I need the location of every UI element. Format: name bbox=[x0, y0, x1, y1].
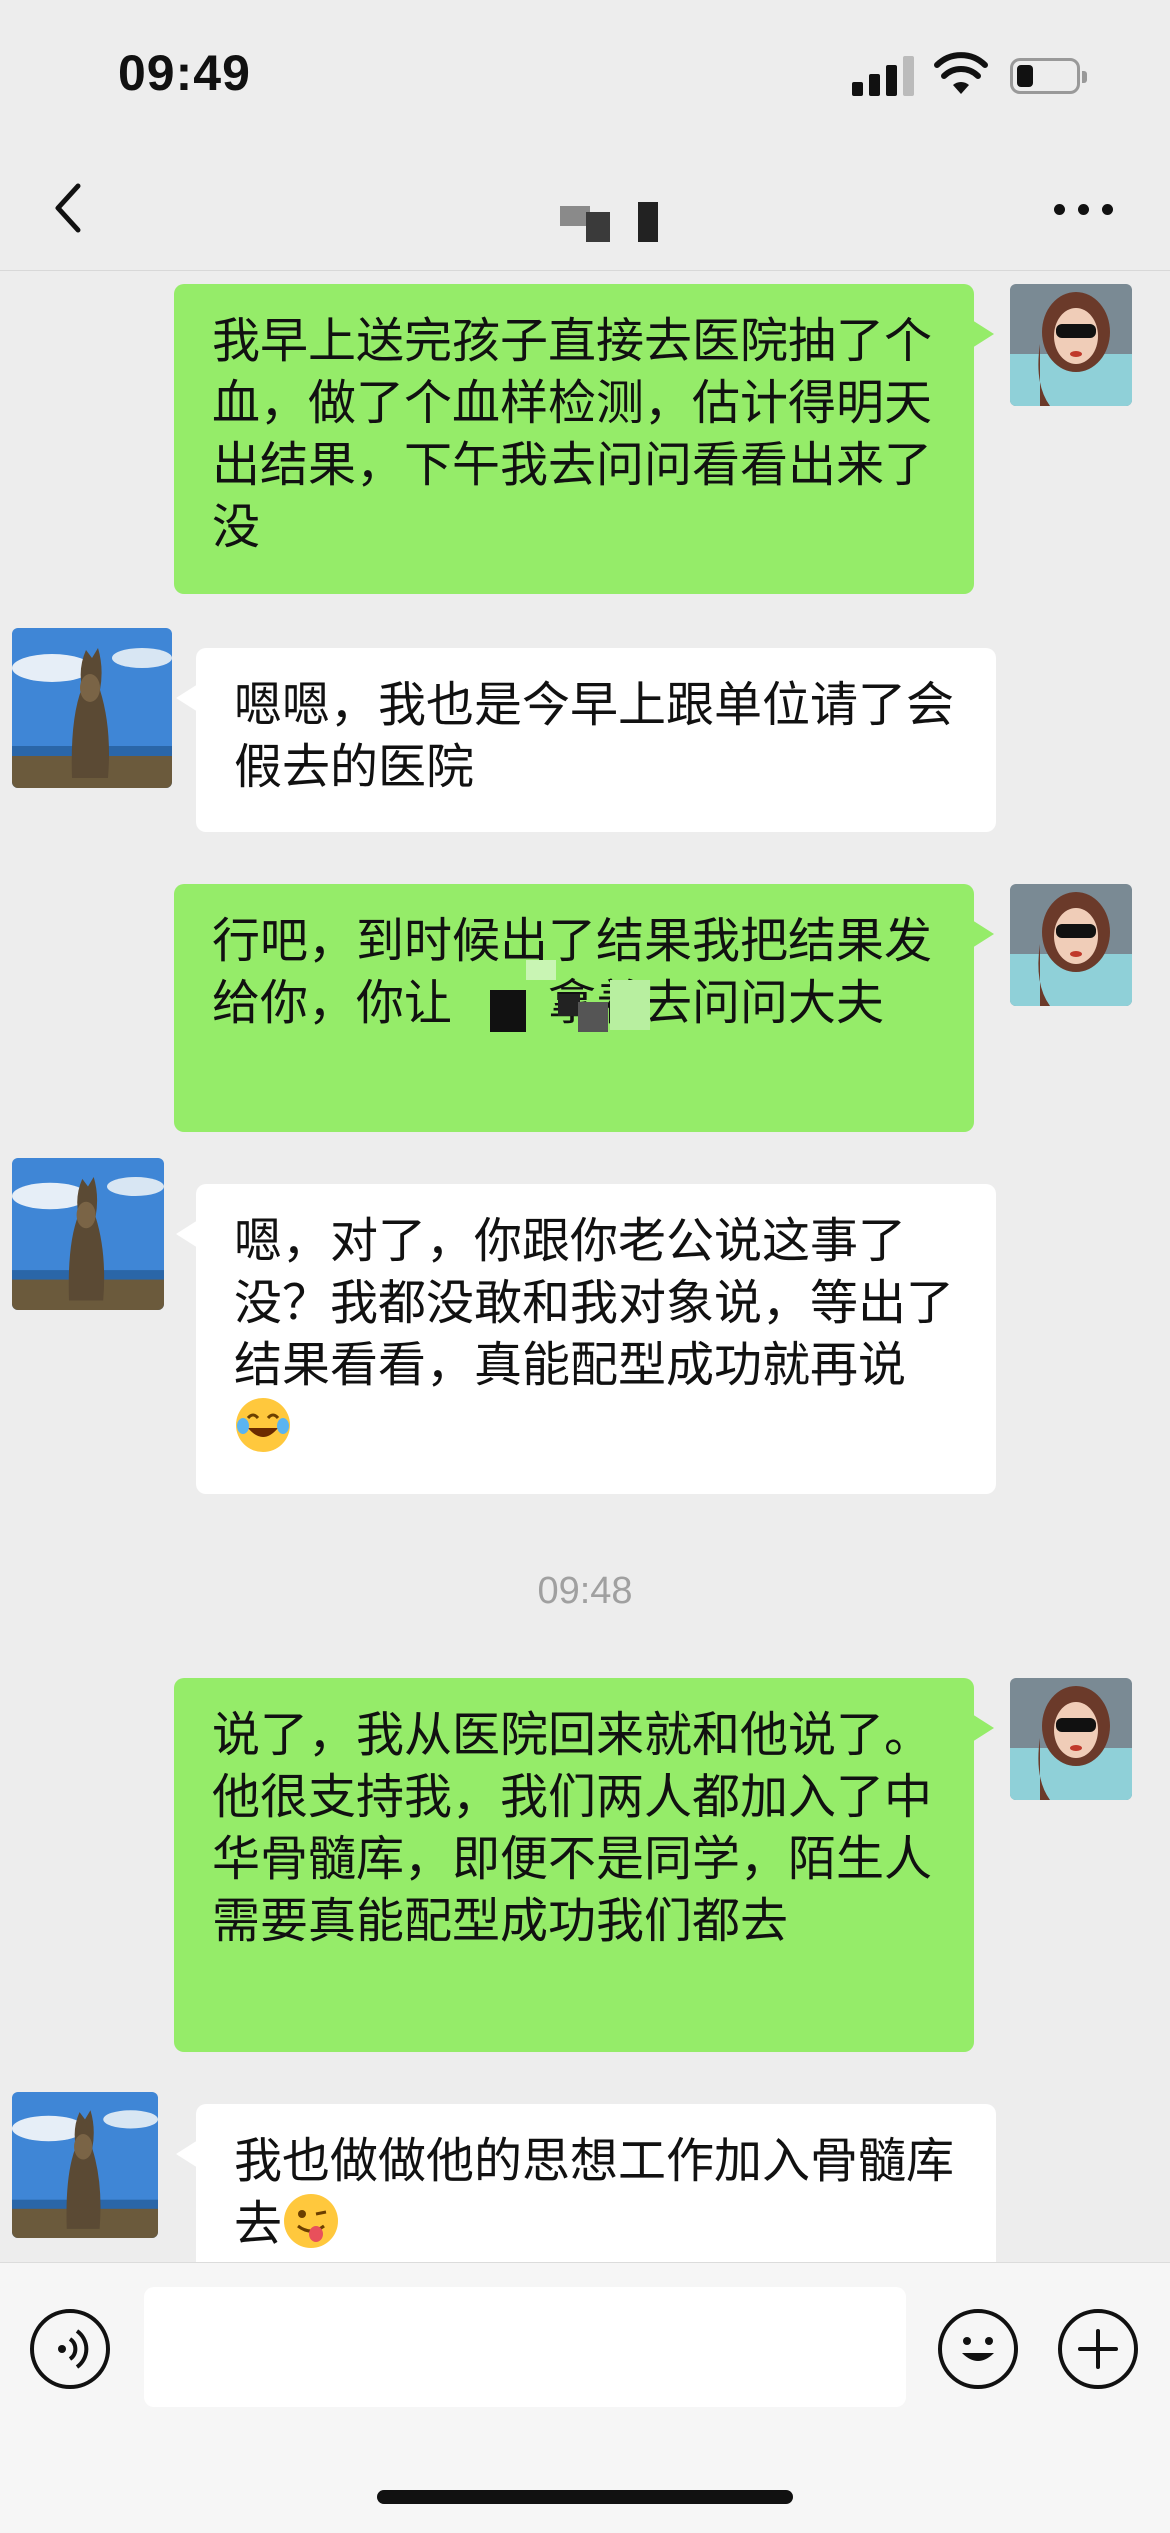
contact-avatar[interactable] bbox=[12, 1158, 164, 1310]
message-bubble-received[interactable]: 嗯，对了，你跟你老公说这事了没？我都没敢和我对象说，等出了结果看看，真能配型成功… bbox=[176, 1184, 996, 1494]
status-bar: 09:49 bbox=[0, 0, 1170, 150]
back-chevron-icon[interactable] bbox=[44, 176, 94, 240]
more-actions-button[interactable] bbox=[1058, 2309, 1138, 2389]
chat-header bbox=[0, 150, 1170, 271]
battery-icon bbox=[1010, 58, 1087, 94]
message-bubble-sent[interactable]: 说了，我从医院回来就和他说了。他很支持我，我们两人都加入了中华骨髓库，即便不是同… bbox=[174, 1678, 994, 2052]
redaction-mosaic bbox=[490, 960, 660, 1040]
contact-avatar[interactable] bbox=[12, 628, 172, 788]
chat-title-redacted bbox=[560, 202, 664, 244]
contact-avatar[interactable] bbox=[12, 2092, 158, 2238]
message-text: 我也做做他的思想工作加入骨髓库去 bbox=[234, 2133, 955, 2252]
winking-tongue-emoji-icon bbox=[284, 2194, 339, 2248]
voice-input-button[interactable] bbox=[30, 2309, 110, 2389]
smiley-icon bbox=[962, 2337, 994, 2361]
my-avatar[interactable] bbox=[1010, 884, 1132, 1006]
cellular-signal-icon bbox=[852, 56, 916, 96]
time-separator: 09:48 bbox=[537, 1570, 633, 1612]
status-time: 09:49 bbox=[118, 45, 251, 101]
plus-icon bbox=[1078, 2329, 1118, 2369]
wifi-icon bbox=[934, 52, 988, 94]
message-bubble-sent[interactable]: 我早上送完孩子直接去医院抽了个血，做了个血样检测，估计得明天出结果，下午我去问问… bbox=[174, 284, 994, 594]
laughing-tears-emoji-icon bbox=[236, 1398, 290, 1452]
my-avatar[interactable] bbox=[1010, 284, 1132, 406]
emoji-button[interactable] bbox=[938, 2309, 1018, 2389]
message-text: 嗯，对了，你跟你老公说这事了没？我都没敢和我对象说，等出了结果看看，真能配型成功… bbox=[234, 1213, 955, 1393]
voice-waves-icon bbox=[58, 2329, 89, 2369]
more-options-icon[interactable] bbox=[1054, 202, 1114, 222]
my-avatar[interactable] bbox=[1010, 1678, 1132, 1800]
home-indicator[interactable] bbox=[377, 2490, 793, 2504]
message-bubble-received[interactable]: 嗯嗯，我也是今早上跟单位请了会假去的医院 bbox=[176, 648, 996, 832]
message-input[interactable] bbox=[144, 2287, 906, 2407]
message-bubble-received[interactable]: 我也做做他的思想工作加入骨髓库去 bbox=[176, 2104, 996, 2262]
